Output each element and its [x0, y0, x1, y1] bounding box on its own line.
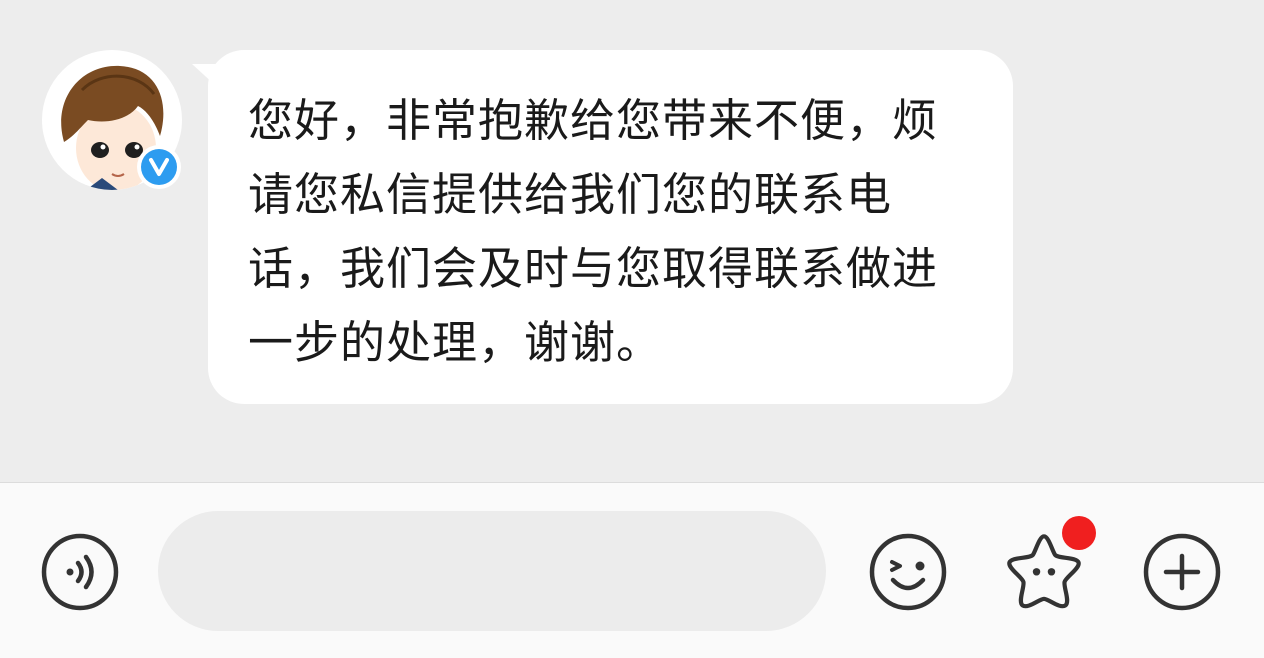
- voice-icon: [41, 533, 119, 611]
- notification-dot: [1062, 516, 1096, 550]
- verified-v-icon: [141, 149, 177, 185]
- emoji-icon: [869, 533, 947, 611]
- sender-avatar-container[interactable]: [42, 50, 182, 190]
- plus-icon: [1143, 533, 1221, 611]
- message-bubble[interactable]: 您好，非常抱歉给您带来不便，烦请您私信提供给我们您的联系电话，我们会及时与您取得…: [208, 50, 1013, 404]
- emoji-button[interactable]: [866, 530, 950, 614]
- message-text: 您好，非常抱歉给您带来不便，烦请您私信提供给我们您的联系电话，我们会及时与您取得…: [248, 94, 939, 369]
- more-button[interactable]: [1140, 530, 1224, 614]
- message-input[interactable]: [158, 511, 826, 631]
- verified-badge: [137, 145, 181, 189]
- voice-button[interactable]: [38, 530, 122, 614]
- input-bar: [0, 482, 1264, 658]
- chat-area: 您好，非常抱歉给您带来不便，烦请您私信提供给我们您的联系电话，我们会及时与您取得…: [0, 0, 1264, 482]
